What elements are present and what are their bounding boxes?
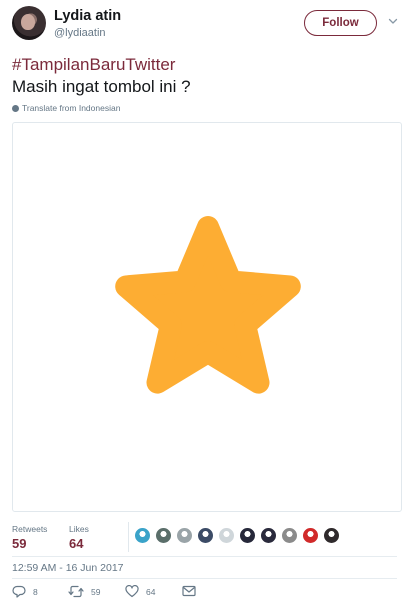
tweet-actions: 8 59 64 xyxy=(12,585,397,601)
avatar[interactable] xyxy=(12,6,46,40)
divider xyxy=(12,556,397,557)
reply-count: 8 xyxy=(33,586,38,597)
tweet-header: Lydia atin @lydiaatin Follow xyxy=(12,6,398,46)
liker-avatar[interactable] xyxy=(302,527,319,544)
likes-label: Likes xyxy=(69,524,89,534)
tweet-media[interactable] xyxy=(12,122,402,512)
retweet-count: 59 xyxy=(91,586,101,597)
tweet-text: Masih ingat tombol ini ? xyxy=(12,77,191,96)
envelope-icon xyxy=(182,585,196,597)
like-button[interactable]: 64 xyxy=(125,585,155,598)
retweets-stat[interactable]: Retweets 59 xyxy=(12,524,47,551)
liker-avatar[interactable] xyxy=(323,527,340,544)
retweets-count: 59 xyxy=(12,536,27,551)
translate-link[interactable]: Translate from Indonesian xyxy=(12,102,120,114)
liker-avatar[interactable] xyxy=(281,527,298,544)
heart-icon xyxy=(125,585,139,598)
tweet-timestamp[interactable]: 12:59 AM - 16 Jun 2017 xyxy=(12,562,124,574)
liker-avatar[interactable] xyxy=(239,527,256,544)
retweet-icon xyxy=(68,585,84,598)
reply-icon xyxy=(12,585,26,598)
likers-avatars xyxy=(134,527,340,544)
translate-label: Translate from Indonesian xyxy=(22,103,121,113)
liker-avatar[interactable] xyxy=(197,527,214,544)
reply-button[interactable]: 8 xyxy=(12,585,38,598)
likes-stat[interactable]: Likes 64 xyxy=(69,524,89,551)
user-handle[interactable]: @lydiaatin xyxy=(54,27,106,39)
tweet-stats: Retweets 59 Likes 64 xyxy=(12,520,397,556)
user-name[interactable]: Lydia atin xyxy=(54,8,121,24)
follow-button[interactable]: Follow xyxy=(304,10,377,36)
chevron-down-icon[interactable] xyxy=(388,16,398,26)
likes-count: 64 xyxy=(69,536,84,551)
retweets-label: Retweets xyxy=(12,524,48,534)
star-icon xyxy=(115,216,301,394)
liker-avatar[interactable] xyxy=(260,527,277,544)
retweet-button[interactable]: 59 xyxy=(68,585,100,598)
direct-message-button[interactable] xyxy=(182,585,196,597)
globe-icon xyxy=(12,104,19,112)
liker-avatar[interactable] xyxy=(155,527,172,544)
liker-avatar[interactable] xyxy=(218,527,235,544)
divider xyxy=(12,578,397,579)
liker-avatar[interactable] xyxy=(176,527,193,544)
like-count: 64 xyxy=(146,586,156,597)
stats-divider xyxy=(128,522,129,552)
liker-avatar[interactable] xyxy=(134,527,151,544)
hashtag-link[interactable]: #TampilanBaruTwitter xyxy=(12,55,175,75)
